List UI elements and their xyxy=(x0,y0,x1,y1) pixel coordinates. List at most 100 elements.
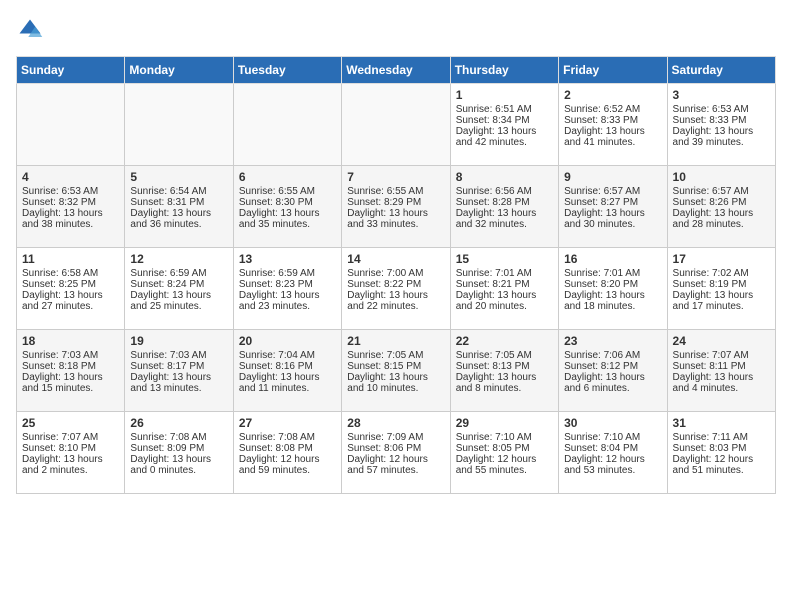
sunset: Sunset: 8:10 PM xyxy=(22,443,96,454)
daylight-label: Daylight: 13 hours and 28 minutes. xyxy=(673,208,754,230)
calendar-header-row: SundayMondayTuesdayWednesdayThursdayFrid… xyxy=(17,57,776,84)
day-header-wednesday: Wednesday xyxy=(342,57,450,84)
calendar-cell: 11Sunrise: 6:58 AMSunset: 8:25 PMDayligh… xyxy=(17,248,125,330)
sunset: Sunset: 8:15 PM xyxy=(347,361,421,372)
sunset: Sunset: 8:33 PM xyxy=(673,115,747,126)
day-number: 11 xyxy=(22,252,119,266)
sunrise: Sunrise: 7:08 AM xyxy=(239,432,315,443)
day-header-tuesday: Tuesday xyxy=(233,57,341,84)
calendar-cell: 13Sunrise: 6:59 AMSunset: 8:23 PMDayligh… xyxy=(233,248,341,330)
day-header-sunday: Sunday xyxy=(17,57,125,84)
calendar-cell: 8Sunrise: 6:56 AMSunset: 8:28 PMDaylight… xyxy=(450,166,558,248)
day-number: 2 xyxy=(564,88,661,102)
calendar-cell: 29 Sunrise: 7:10 AMSunset: 8:05 PMDayligh… xyxy=(450,412,558,494)
day-number: 20 xyxy=(239,334,336,348)
sunset: Sunset: 8:23 PM xyxy=(239,279,313,290)
daylight-label: Daylight: 13 hours and 33 minutes. xyxy=(347,208,428,230)
sunrise: Sunrise: 7:05 AM xyxy=(456,350,532,361)
sunrise: Sunrise: 7:01 AM xyxy=(456,268,532,279)
day-number: 10 xyxy=(673,170,770,184)
sunrise: Sunrise: 7:05 AM xyxy=(347,350,423,361)
daylight-label: Daylight: 12 hours and 55 minutes. xyxy=(456,454,537,476)
sunrise: Sunrise: 7:10 AM xyxy=(456,432,532,443)
sunset: Sunset: 8:04 PM xyxy=(564,443,638,454)
calendar-cell: 22Sunrise: 7:05 AMSunset: 8:13 PMDayligh… xyxy=(450,330,558,412)
daylight-label: Daylight: 13 hours and 35 minutes. xyxy=(239,208,320,230)
sunrise: Sunrise: 7:02 AM xyxy=(673,268,749,279)
daylight-label: Daylight: 13 hours and 15 minutes. xyxy=(22,372,103,394)
sunset: Sunset: 8:05 PM xyxy=(456,443,530,454)
daylight-label: Daylight: 13 hours and 41 minutes. xyxy=(564,126,645,148)
page-header xyxy=(16,16,776,44)
day-number: 26 xyxy=(130,416,227,430)
daylight-label: Daylight: 12 hours and 57 minutes. xyxy=(347,454,428,476)
daylight-label: Daylight: 13 hours and 6 minutes. xyxy=(564,372,645,394)
sunset: Sunset: 8:22 PM xyxy=(347,279,421,290)
sunrise: Sunrise: 7:06 AM xyxy=(564,350,640,361)
calendar-cell: 10Sunrise: 6:57 AMSunset: 8:26 PMDayligh… xyxy=(667,166,775,248)
daylight-label: Daylight: 13 hours and 11 minutes. xyxy=(239,372,320,394)
week-row-2: 4Sunrise: 6:53 AMSunset: 8:32 PMDaylight… xyxy=(17,166,776,248)
day-number: 30 xyxy=(564,416,661,430)
day-number: 14 xyxy=(347,252,444,266)
calendar-cell: 26Sunrise: 7:08 AMSunset: 8:09 PMDayligh… xyxy=(125,412,233,494)
sunset: Sunset: 8:18 PM xyxy=(22,361,96,372)
sunset: Sunset: 8:24 PM xyxy=(130,279,204,290)
calendar-cell: 20 Sunrise: 7:04 AMSunset: 8:16 PMDayligh… xyxy=(233,330,341,412)
sunrise: Sunrise: 6:57 AM xyxy=(564,186,640,197)
calendar-cell xyxy=(17,84,125,166)
calendar-table: SundayMondayTuesdayWednesdayThursdayFrid… xyxy=(16,56,776,494)
calendar-cell: 21 Sunrise: 7:05 AMSunset: 8:15 PMDayligh… xyxy=(342,330,450,412)
daylight-label: Daylight: 13 hours and 32 minutes. xyxy=(456,208,537,230)
sunset: Sunset: 8:03 PM xyxy=(673,443,747,454)
calendar-cell: 28Sunrise: 7:09 AMSunset: 8:06 PMDayligh… xyxy=(342,412,450,494)
sunset: Sunset: 8:31 PM xyxy=(130,197,204,208)
calendar-cell xyxy=(233,84,341,166)
day-number: 21 xyxy=(347,334,444,348)
week-row-4: 18Sunrise: 7:03 AMSunset: 8:18 PMDayligh… xyxy=(17,330,776,412)
calendar-cell: 31Sunrise: 7:11 AMSunset: 8:03 PMDayligh… xyxy=(667,412,775,494)
daylight-label: Daylight: 13 hours and 22 minutes. xyxy=(347,290,428,312)
daylight-label: Daylight: 13 hours and 10 minutes. xyxy=(347,372,428,394)
sunset: Sunset: 8:30 PM xyxy=(239,197,313,208)
day-number: 12 xyxy=(130,252,227,266)
calendar-cell: 24Sunrise: 7:07 AMSunset: 8:11 PMDayligh… xyxy=(667,330,775,412)
sunrise: Sunrise: 6:56 AM xyxy=(456,186,532,197)
sunrise: Sunrise: 6:54 AM xyxy=(130,186,206,197)
day-number: 18 xyxy=(22,334,119,348)
calendar-cell: 7Sunrise: 6:55 AMSunset: 8:29 PMDaylight… xyxy=(342,166,450,248)
day-number: 29 xyxy=(456,416,553,430)
sunset: Sunset: 8:33 PM xyxy=(564,115,638,126)
sunrise: Sunrise: 6:55 AM xyxy=(239,186,315,197)
calendar-cell: 16Sunrise: 7:01 AMSunset: 8:20 PMDayligh… xyxy=(559,248,667,330)
logo-icon xyxy=(16,16,44,44)
sunset: Sunset: 8:27 PM xyxy=(564,197,638,208)
daylight-label: Daylight: 12 hours and 51 minutes. xyxy=(673,454,754,476)
calendar-cell: 17Sunrise: 7:02 AMSunset: 8:19 PMDayligh… xyxy=(667,248,775,330)
sunrise: Sunrise: 7:09 AM xyxy=(347,432,423,443)
sunrise: Sunrise: 7:03 AM xyxy=(22,350,98,361)
calendar-cell: 14Sunrise: 7:00 AMSunset: 8:22 PMDayligh… xyxy=(342,248,450,330)
daylight-label: Daylight: 13 hours and 30 minutes. xyxy=(564,208,645,230)
calendar-cell: 6Sunrise: 6:55 AMSunset: 8:30 PMDaylight… xyxy=(233,166,341,248)
sunset: Sunset: 8:16 PM xyxy=(239,361,313,372)
sunset: Sunset: 8:12 PM xyxy=(564,361,638,372)
day-number: 19 xyxy=(130,334,227,348)
calendar-cell: 18 Sunrise: 7:03 AMSunset: 8:18 PMDayligh… xyxy=(17,330,125,412)
calendar-cell: 23Sunrise: 7:06 AMSunset: 8:12 PMDayligh… xyxy=(559,330,667,412)
sunset: Sunset: 8:20 PM xyxy=(564,279,638,290)
daylight-label: Daylight: 13 hours and 17 minutes. xyxy=(673,290,754,312)
daylight-label: Daylight: 13 hours and 23 minutes. xyxy=(239,290,320,312)
sunrise: Sunrise: 7:04 AM xyxy=(239,350,315,361)
daylight-label: Daylight: 13 hours and 8 minutes. xyxy=(456,372,537,394)
daylight-label: Daylight: 13 hours and 42 minutes. xyxy=(456,126,537,148)
sunrise: Sunrise: 7:07 AM xyxy=(22,432,98,443)
calendar-cell xyxy=(342,84,450,166)
week-row-1: 1Sunrise: 6:51 AMSunset: 8:34 PMDaylight… xyxy=(17,84,776,166)
sunrise: Sunrise: 7:03 AM xyxy=(130,350,206,361)
week-row-3: 11Sunrise: 6:58 AMSunset: 8:25 PMDayligh… xyxy=(17,248,776,330)
sunrise: Sunrise: 6:53 AM xyxy=(673,104,749,115)
day-number: 28 xyxy=(347,416,444,430)
calendar-cell: 25Sunrise: 7:07 AMSunset: 8:10 PMDayligh… xyxy=(17,412,125,494)
calendar-cell: 3Sunrise: 6:53 AMSunset: 8:33 PMDaylight… xyxy=(667,84,775,166)
